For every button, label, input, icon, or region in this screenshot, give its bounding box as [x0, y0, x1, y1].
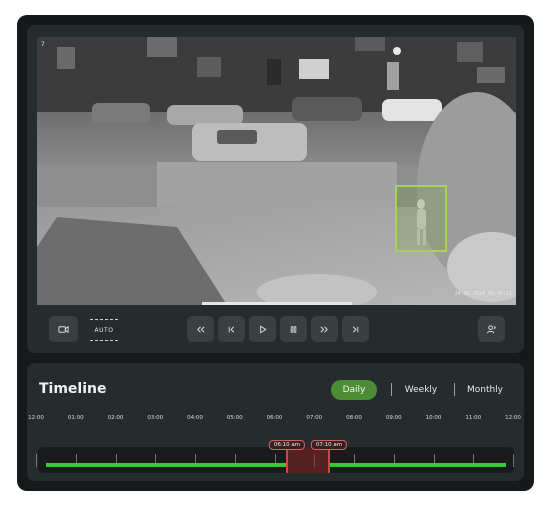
rewind-button[interactable] [187, 316, 214, 342]
recording-segment[interactable] [46, 463, 288, 467]
fast-forward-icon [320, 325, 328, 333]
play-icon [260, 324, 267, 334]
hour-label: 07:00 [306, 415, 323, 421]
night-vision-scene [37, 37, 516, 305]
share-button[interactable] [478, 316, 505, 342]
hour-label: 06:00 [266, 415, 283, 421]
skip-back-icon [228, 325, 235, 333]
timeline-track[interactable]: 06:10 am 07:10 am [36, 440, 514, 473]
feed-label: 7 [41, 41, 45, 48]
timeline-panel: Timeline Daily Weekly Monthly 12:00 01:00… [27, 363, 524, 481]
hour-label: 04:00 [187, 415, 203, 421]
hour-label: 11:00 [465, 415, 482, 421]
hour-label: 12:00 [28, 415, 44, 421]
range-end-handle[interactable] [328, 447, 330, 473]
skip-back-button[interactable] [218, 316, 245, 342]
hour-label: 03:00 [147, 415, 164, 421]
range-start-handle[interactable] [286, 447, 288, 473]
range-end-marker: 07:10 am [310, 440, 348, 450]
hour-label: 08:00 [346, 415, 362, 421]
camera-feed[interactable]: 7 24.06.2024 06:45:12 [37, 37, 516, 305]
tab-divider [391, 383, 392, 396]
tab-daily[interactable]: Daily [331, 380, 377, 400]
rewind-icon [197, 325, 205, 333]
skip-forward-icon [352, 325, 359, 333]
hour-label: 12:00 [505, 415, 521, 421]
hour-label: 10:00 [425, 415, 442, 421]
range-start-marker: 06:10 am [268, 440, 306, 450]
tab-divider [454, 383, 455, 396]
hour-label: 01:00 [67, 415, 84, 421]
tab-weekly[interactable]: Weekly [399, 380, 443, 400]
hour-tick [36, 454, 37, 467]
record-button[interactable] [49, 316, 78, 342]
hour-label: 09:00 [385, 415, 402, 421]
share-person-icon [486, 324, 497, 333]
motion-detection-box[interactable] [395, 185, 447, 252]
skip-forward-button[interactable] [342, 316, 369, 342]
feed-timestamp: 24.06.2024 06:45:12 [454, 291, 512, 297]
auto-label: AUTO [94, 326, 114, 334]
video-camera-icon [58, 325, 69, 333]
video-panel: 7 24.06.2024 06:45:12 AUTO [27, 25, 524, 353]
pause-icon [290, 325, 297, 333]
hour-tick [513, 454, 514, 467]
recording-segment[interactable] [330, 463, 506, 467]
playback-controls: AUTO [37, 305, 516, 351]
fast-forward-button[interactable] [311, 316, 338, 342]
camera-app: 7 24.06.2024 06:45:12 AUTO Timeline Dail… [17, 15, 534, 491]
pause-button[interactable] [280, 316, 307, 342]
selected-range[interactable] [286, 447, 330, 473]
play-button[interactable] [249, 316, 276, 342]
hour-label: 05:00 [226, 415, 243, 421]
hour-label: 02:00 [107, 415, 124, 421]
tab-monthly[interactable]: Monthly [463, 380, 507, 400]
auto-mode-toggle[interactable]: AUTO [90, 319, 118, 341]
timeline-title: Timeline [39, 381, 107, 397]
